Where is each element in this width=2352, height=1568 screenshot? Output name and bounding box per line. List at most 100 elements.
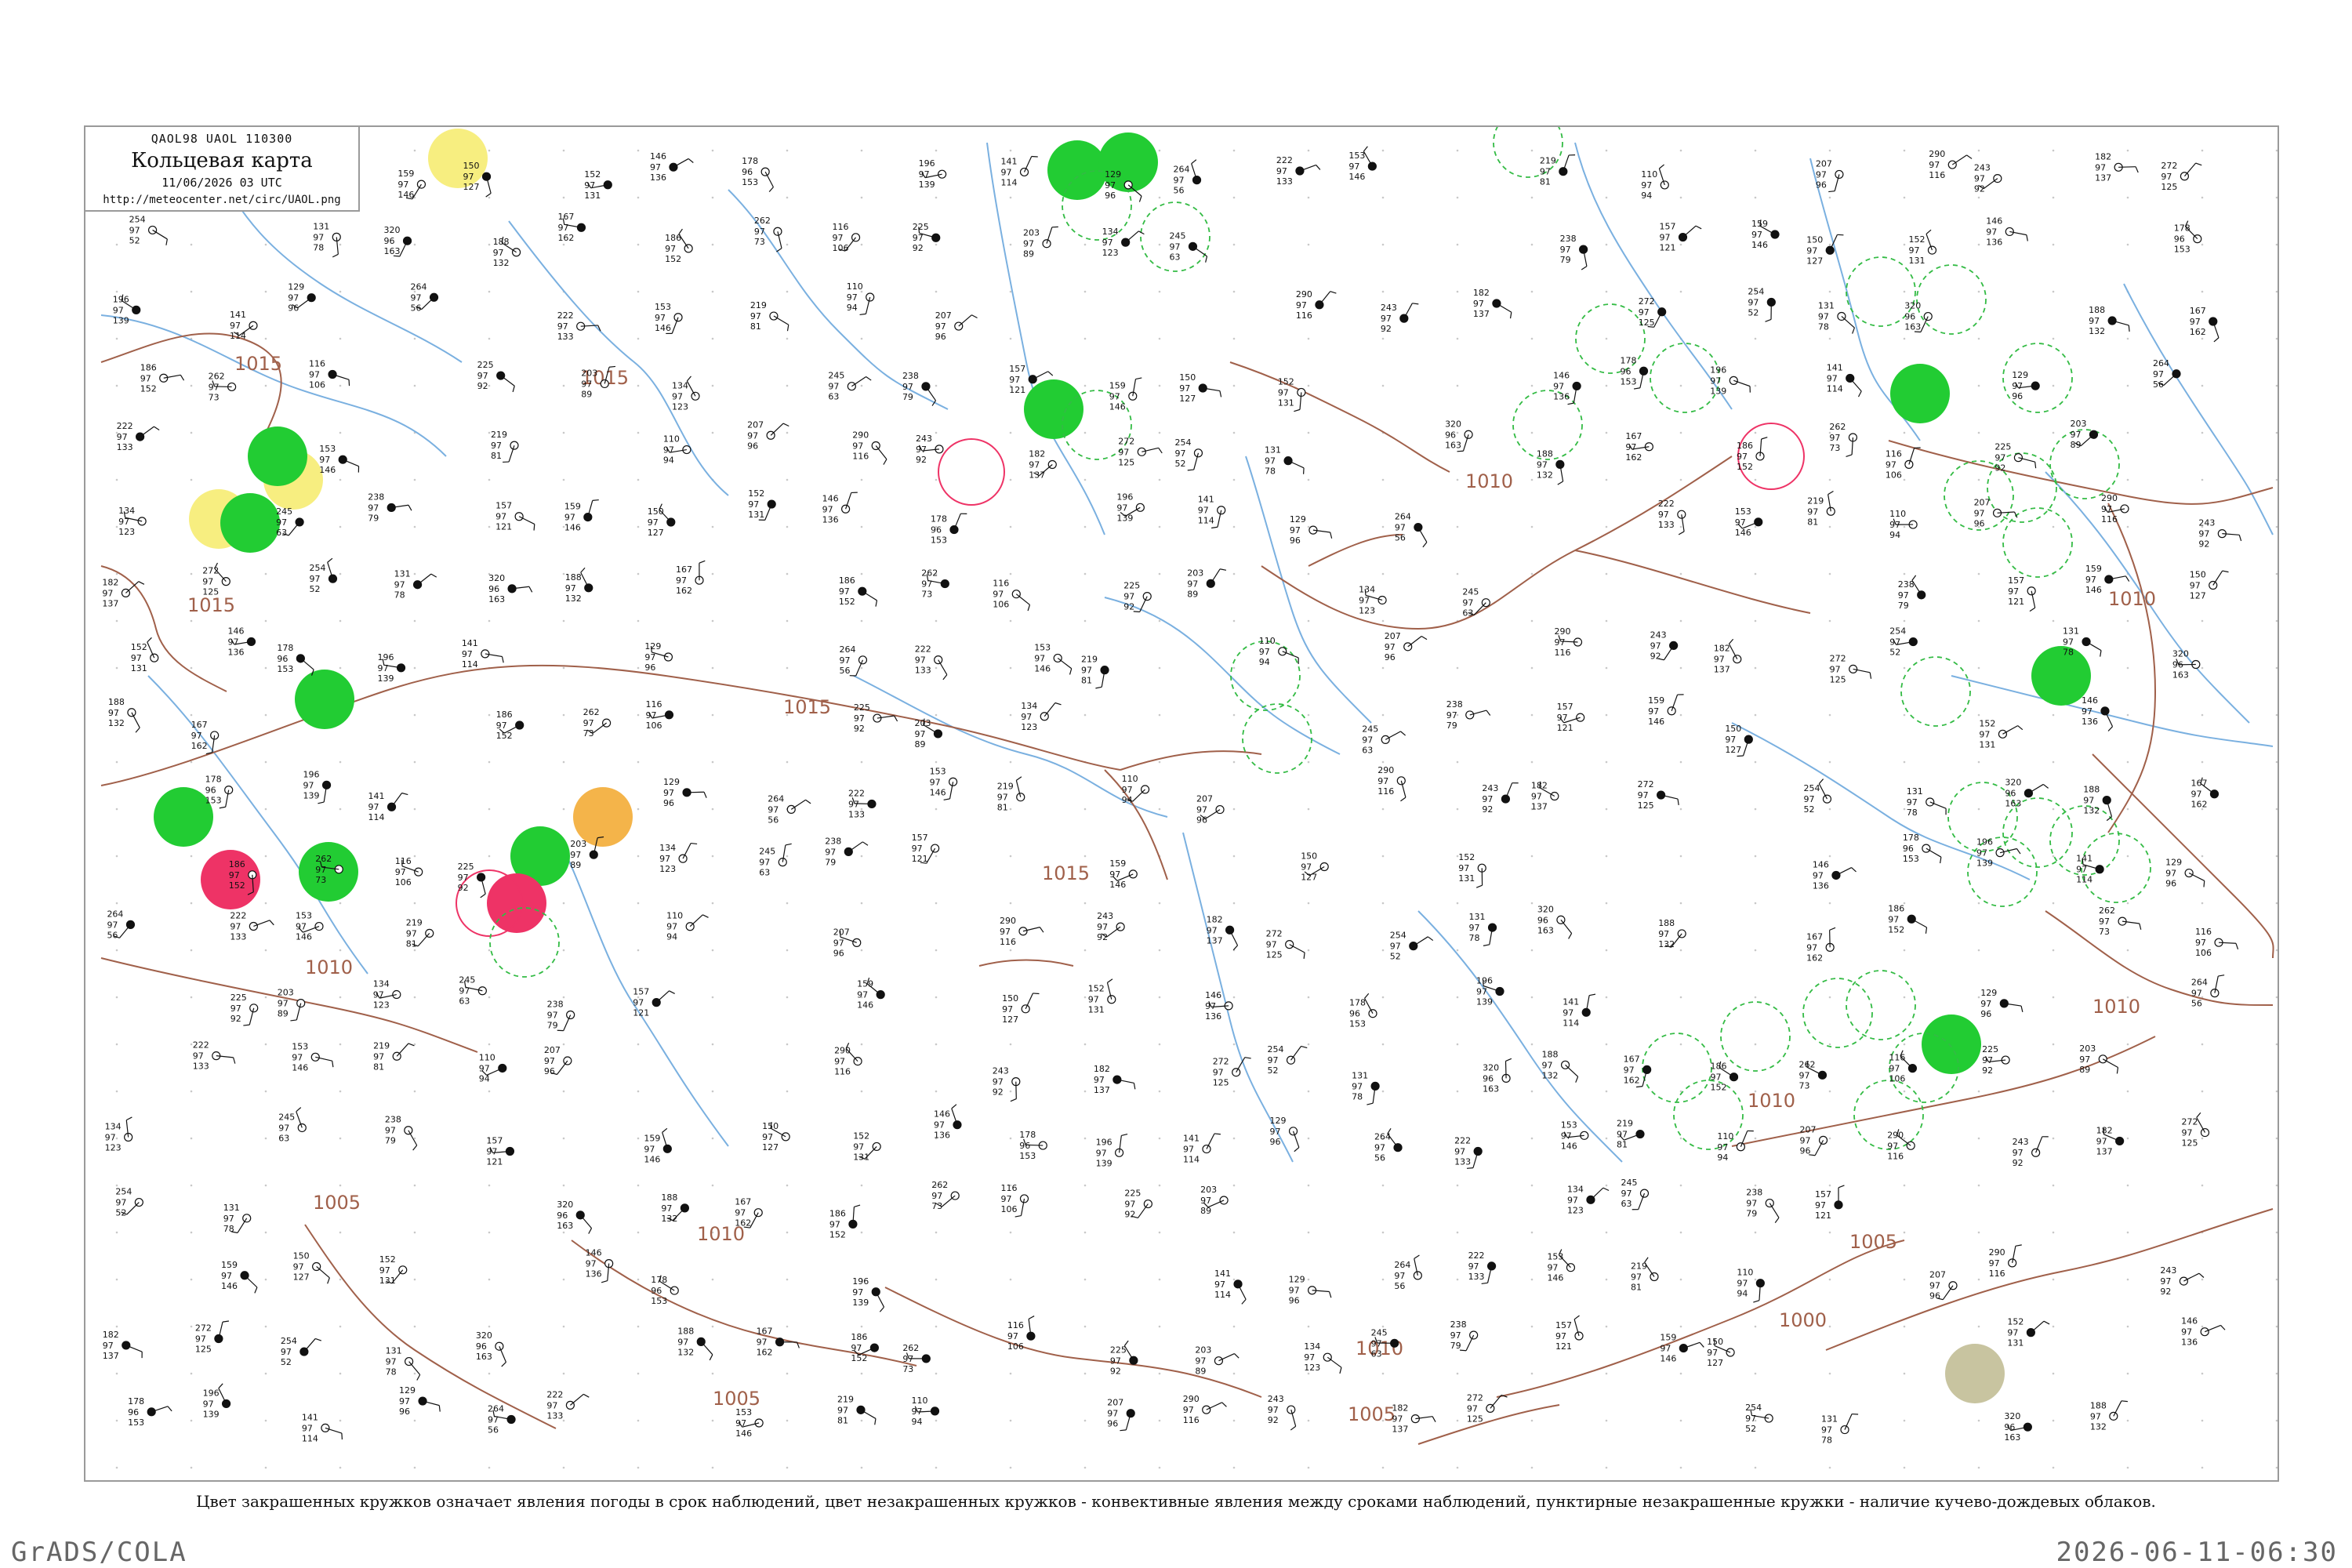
- grid-dot: [1903, 337, 1906, 340]
- station-pressure: 146: [1986, 216, 2002, 226]
- station-pressure: 225: [1123, 581, 1140, 591]
- station-dewpoint: 162: [1624, 1075, 1640, 1085]
- station-dewpoint: 121: [1659, 243, 1675, 253]
- station-pressure: 178: [1621, 355, 1637, 365]
- grid-dot: [1903, 196, 1906, 199]
- grid-dot: [413, 1137, 416, 1140]
- wind-barb: [1829, 930, 1831, 948]
- grid-dot: [1009, 855, 1012, 858]
- grid-dot: [1307, 384, 1310, 387]
- map-datetime: 11/06/2026 03 UTC: [162, 176, 282, 190]
- grid-dot: [1828, 243, 1831, 246]
- station-visibility: 97: [1537, 459, 1548, 470]
- grid-dot: [1307, 1278, 1310, 1281]
- station-plot: 32096163: [2172, 648, 2201, 680]
- grid-dot: [2052, 243, 2055, 246]
- wind-barb-feather: [2029, 607, 2035, 612]
- wind-barb-feather: [125, 1116, 132, 1121]
- grid-dot: [1307, 431, 1310, 434]
- grid-dot: [711, 431, 714, 434]
- station-plot: 2649756: [2153, 358, 2181, 390]
- station-dewpoint: 73: [1829, 443, 1840, 453]
- station-visibility: 97: [1976, 848, 1987, 858]
- station-visibility: 97: [2082, 706, 2092, 717]
- grid-dot: [1977, 290, 1980, 293]
- grid-dot: [860, 337, 863, 340]
- station-dewpoint: 123: [659, 864, 676, 874]
- grid-dot: [1754, 1372, 1757, 1375]
- grid-dot: [1903, 996, 1906, 999]
- station-visibility: 97: [659, 854, 670, 864]
- grid-dot: [2201, 1090, 2204, 1093]
- grid-dot: [488, 431, 491, 434]
- station-pressure: 196: [378, 652, 394, 662]
- station-plot: 1319778: [313, 221, 341, 258]
- station-dewpoint: 132: [2089, 326, 2105, 336]
- wind-barb-feather: [951, 1104, 957, 1109]
- station-marker: [1116, 922, 1125, 931]
- station-visibility: 97: [581, 379, 592, 389]
- station-visibility: 97: [1183, 1405, 1194, 1415]
- wind-barb-feather: [862, 841, 869, 846]
- grid-dot: [860, 1231, 863, 1234]
- station-plot: 14697136: [650, 151, 694, 183]
- grid-dot: [2275, 525, 2278, 528]
- station-marker: [214, 1334, 223, 1344]
- station-pressure: 146: [934, 1109, 950, 1120]
- grid-dot: [413, 572, 416, 575]
- station-visibility: 97: [117, 432, 128, 442]
- grid-dot: [2052, 1325, 2055, 1328]
- grid-dot: [1009, 713, 1012, 717]
- grid-dot: [1605, 525, 1608, 528]
- station-plot: 32096163: [384, 225, 412, 257]
- station-plot: 18697152: [839, 575, 878, 607]
- grid-dot: [339, 478, 342, 481]
- station-visibility: 96: [1483, 1073, 1494, 1083]
- grid-dot: [1009, 572, 1012, 575]
- wind-barb: [790, 799, 806, 810]
- grid-dot: [1456, 243, 1459, 246]
- grid-dot: [1232, 713, 1236, 717]
- grid-dot: [2201, 196, 2204, 199]
- station-plot: 18297137: [2096, 1125, 2125, 1156]
- station-plot: 14197114: [1001, 155, 1038, 187]
- station-plot: 27297125: [2161, 161, 2202, 192]
- wind-barb: [1490, 1395, 1502, 1409]
- grid-dot: [190, 431, 193, 434]
- station-visibility: 97: [2190, 581, 2201, 591]
- grid-dot: [488, 619, 491, 622]
- station-visibility: 97: [644, 652, 655, 662]
- station-dewpoint: 133: [1658, 520, 1675, 530]
- grid-dot: [711, 525, 714, 528]
- station-dewpoint: 92: [1482, 804, 1493, 815]
- station-plot: 15097127: [762, 1121, 790, 1152]
- station-pressure: 203: [1200, 1185, 1217, 1195]
- grid-dot: [2126, 149, 2129, 152]
- grid-dot: [2201, 337, 2204, 340]
- station-visibility: 97: [1560, 245, 1571, 255]
- grid-dot: [1679, 149, 1682, 152]
- station-plot: 16797162: [1806, 927, 1836, 963]
- station-visibility: 97: [1631, 1272, 1642, 1283]
- station-plot: 18897132: [2083, 785, 2113, 822]
- grid-dot: [786, 996, 789, 999]
- grid-dot: [711, 902, 714, 905]
- grid-dot: [786, 949, 789, 952]
- station-pressure: 262: [583, 707, 600, 717]
- station-pressure: 290: [1183, 1394, 1200, 1404]
- grid-dot: [1977, 431, 1980, 434]
- station-visibility: 97: [1002, 1004, 1013, 1014]
- station-plot: 17896153: [1903, 833, 1942, 864]
- grid-dot: [264, 337, 267, 340]
- station-pressure: 207: [1196, 794, 1213, 804]
- wind-barb-feather: [1330, 532, 1333, 539]
- grid-dot: [2052, 1137, 2055, 1140]
- haze-circle: [428, 129, 488, 188]
- station-plot: 2439792: [1097, 911, 1125, 942]
- station-visibility: 97: [1390, 942, 1401, 952]
- station-plot: 2259792: [477, 360, 515, 393]
- station-plot: 1109794: [1737, 1268, 1765, 1303]
- station-visibility: 97: [1174, 448, 1185, 459]
- station-dewpoint: 139: [1096, 1158, 1112, 1168]
- station-pressure: 264: [1174, 165, 1190, 175]
